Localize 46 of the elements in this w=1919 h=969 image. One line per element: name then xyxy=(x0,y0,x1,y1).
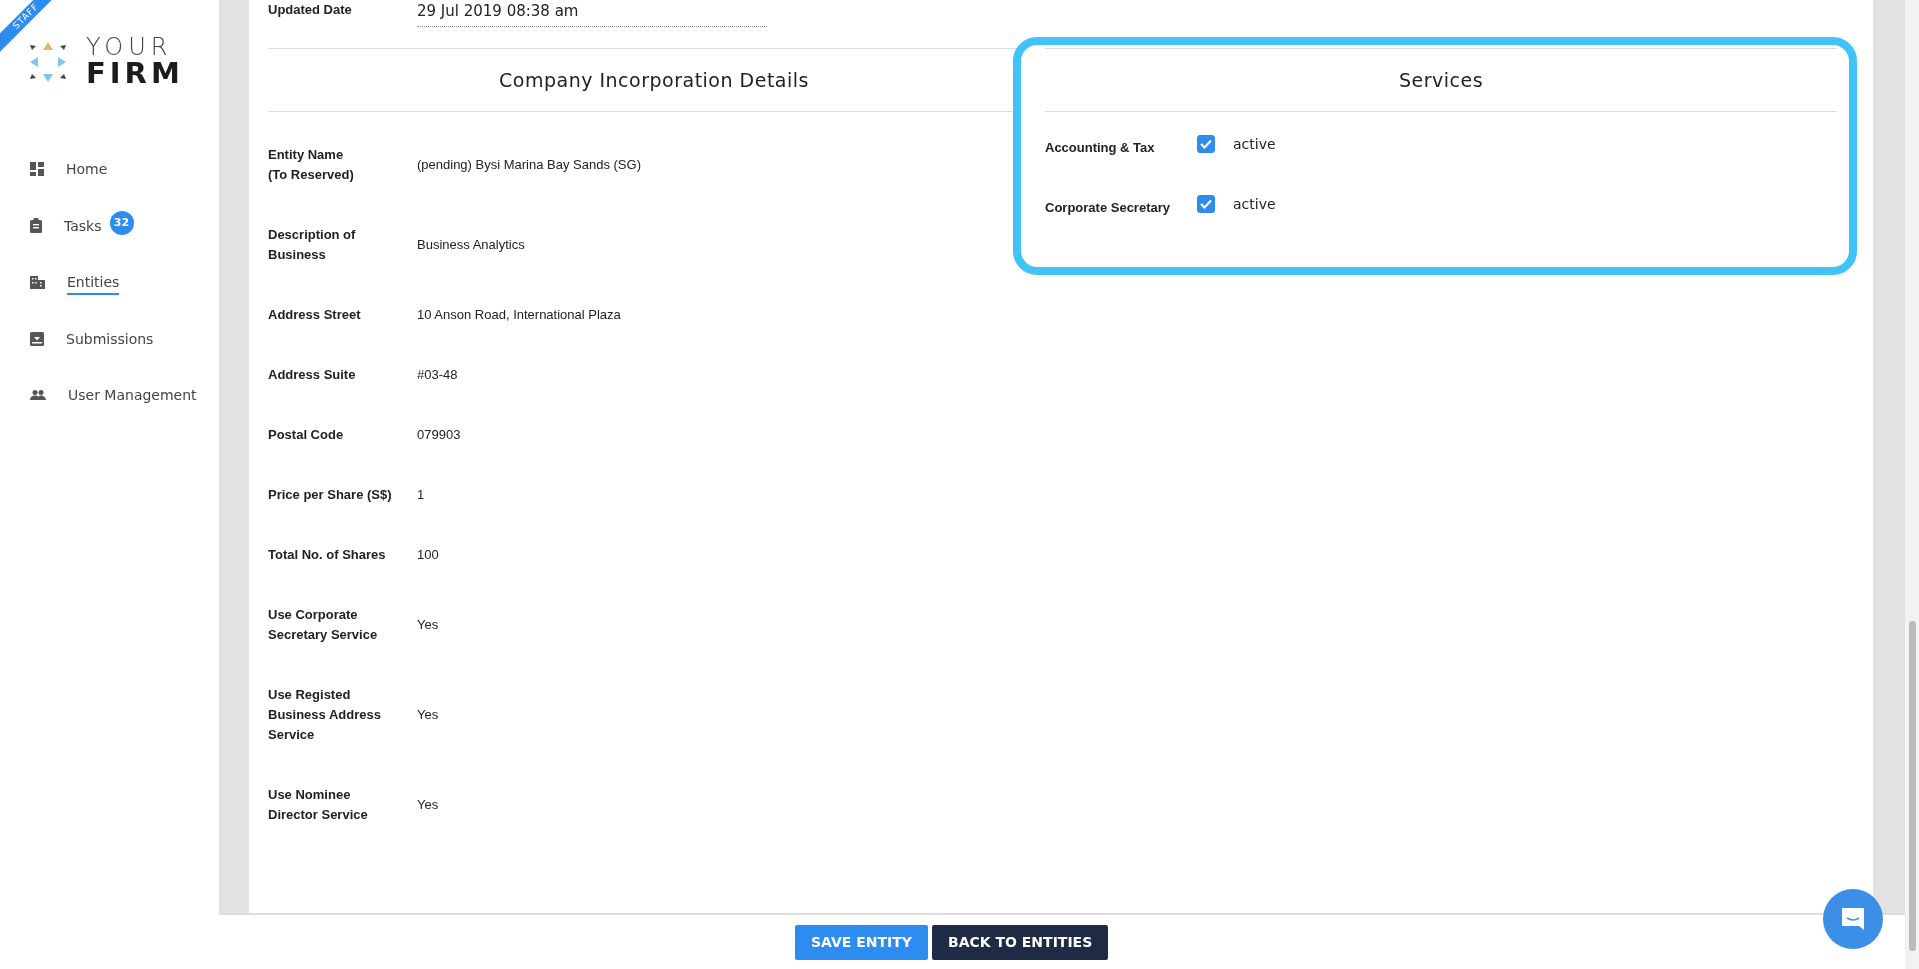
nav-link[interactable]: Entities xyxy=(67,274,120,296)
field-value: Yes xyxy=(417,616,439,634)
field-value: Yes xyxy=(417,706,439,724)
nav-link[interactable]: Tasks xyxy=(64,217,102,239)
logo-text: YOUR xyxy=(86,35,174,59)
field-label: Updated Date xyxy=(268,1,353,19)
status-text: active xyxy=(1233,196,1276,212)
section-title: Company Incorporation Details xyxy=(499,69,809,91)
field-label: Address Suite xyxy=(268,366,357,384)
count-badge: 32 xyxy=(109,210,134,235)
date-field[interactable]: 29 Jul 2019 08:38 am xyxy=(417,0,767,27)
people-icon xyxy=(30,390,46,401)
service-label: Accounting & Tax xyxy=(1045,139,1156,155)
nav-link[interactable]: Home xyxy=(66,161,108,183)
field-label: Address Street xyxy=(268,306,362,324)
field-label: Use Corporate Secretary Service xyxy=(268,606,379,644)
clipboard-icon xyxy=(30,218,42,234)
chat-icon xyxy=(1840,906,1866,932)
section-title: Services xyxy=(1398,69,1484,91)
field-value: Business Analytics xyxy=(417,236,525,254)
field-value: #03-48 xyxy=(417,366,458,384)
nav-link[interactable]: User Management xyxy=(68,387,197,409)
checkbox[interactable] xyxy=(1197,195,1215,213)
field-label: Use Registed Business Address Service xyxy=(268,686,382,744)
service-label: Corporate Secretary xyxy=(1045,199,1171,215)
field-value: (pending) Bysi Marina Bay Sands (SG) xyxy=(417,156,641,174)
field-label: Postal Code xyxy=(268,426,345,444)
field-value: 100 xyxy=(417,546,439,564)
back-button[interactable]: BACK TO ENTITIES xyxy=(931,924,1109,960)
logo-text: FIRM xyxy=(86,59,184,88)
field-label: Entity Name (To Reserved) xyxy=(268,146,355,184)
checkbox[interactable] xyxy=(1197,135,1215,153)
field-label: Price per Share (S$) xyxy=(268,486,393,504)
field-value: Yes xyxy=(417,796,439,814)
field-value: 10 Anson Road, International Plaza xyxy=(417,306,621,324)
status-text: active xyxy=(1233,136,1276,152)
field-value: 1 xyxy=(417,486,425,504)
building-icon xyxy=(30,275,45,289)
dashboard-icon xyxy=(30,162,44,177)
field-label: Use Nominee Director Service xyxy=(268,786,369,824)
field-label: Total No. of Shares xyxy=(268,546,387,564)
field-value: 079903 xyxy=(417,426,461,444)
nav-link[interactable]: Submissions xyxy=(66,330,154,352)
inbox-download-icon xyxy=(30,331,44,346)
scrollbar[interactable] xyxy=(1905,0,1919,969)
field-label: Description of Business xyxy=(268,226,357,264)
